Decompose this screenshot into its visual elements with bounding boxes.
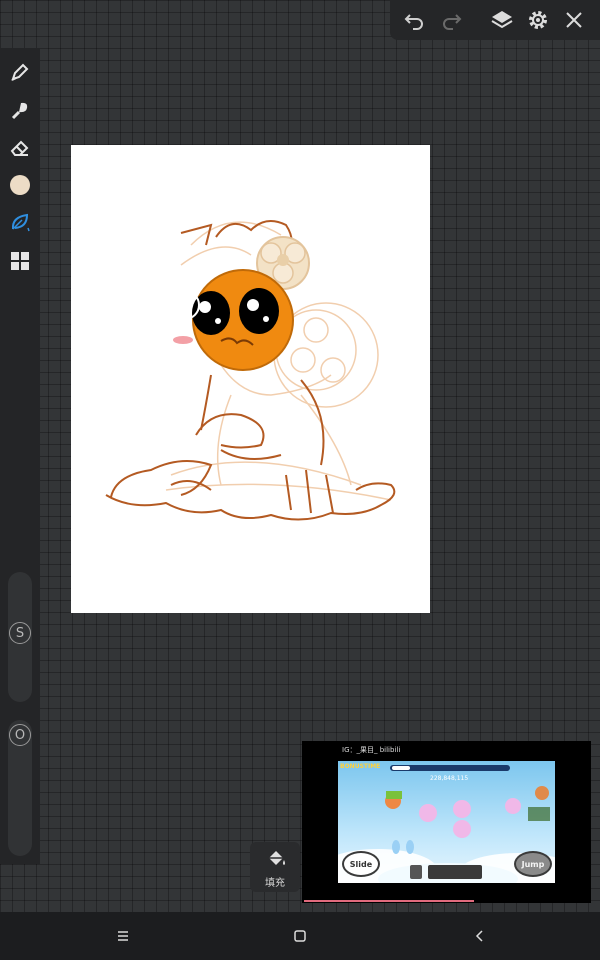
undo-button[interactable] [400,6,428,34]
jump-button: Jump [514,851,552,877]
game-screen: BONUSTIME 228,848,115 Slide Jump [338,761,555,883]
back-icon [475,930,483,942]
close-button[interactable] [560,6,588,34]
undo-icon [404,14,423,30]
pen-icon [11,63,29,81]
menu-button[interactable] [111,924,135,948]
sketch-artwork [105,220,396,521]
smudge-tool[interactable] [6,208,34,236]
tool-sidebar: S O [0,48,40,864]
paint-bucket-icon [269,851,285,865]
layers-icon [491,11,513,29]
layers-button[interactable] [488,6,516,34]
score-display: 228,848,115 [430,775,469,782]
pen-tool[interactable] [6,58,34,86]
opacity-slider-knob[interactable]: O [9,724,31,746]
home-icon [294,930,306,942]
color-swatch [10,175,30,195]
settings-icon [529,11,547,29]
fill-button-label: 填充 [265,878,285,889]
redo-icon [443,14,462,30]
home-button[interactable] [288,924,312,948]
eraser-icon [10,140,29,156]
smudge-leaf-icon [11,213,30,232]
brush-icon [11,102,28,120]
eraser-tool[interactable] [6,134,34,162]
top-toolbar [390,0,600,40]
video-title: IG：_果目_ bilibili [342,746,401,754]
more-tools[interactable] [6,247,34,275]
floating-video-window[interactable]: IG：_果目_ bilibili BONUSTIME 228,848,115 S… [302,741,591,903]
color-picker[interactable] [6,171,34,199]
close-icon [566,12,582,28]
brush-tool[interactable] [6,96,34,124]
fill-button[interactable]: 填充 [250,842,300,892]
slide-button: Slide [342,851,380,877]
drawing-canvas[interactable] [71,145,430,613]
size-slider-knob[interactable]: S [9,622,31,644]
system-nav-bar [0,912,600,960]
back-button[interactable] [468,924,492,948]
menu-icon [118,931,128,941]
grid-icon [11,252,29,270]
settings-button[interactable] [524,6,552,34]
redo-button[interactable] [438,6,466,34]
video-progress-bar[interactable] [304,900,474,902]
bonus-time-label: BONUSTIME [340,763,381,770]
